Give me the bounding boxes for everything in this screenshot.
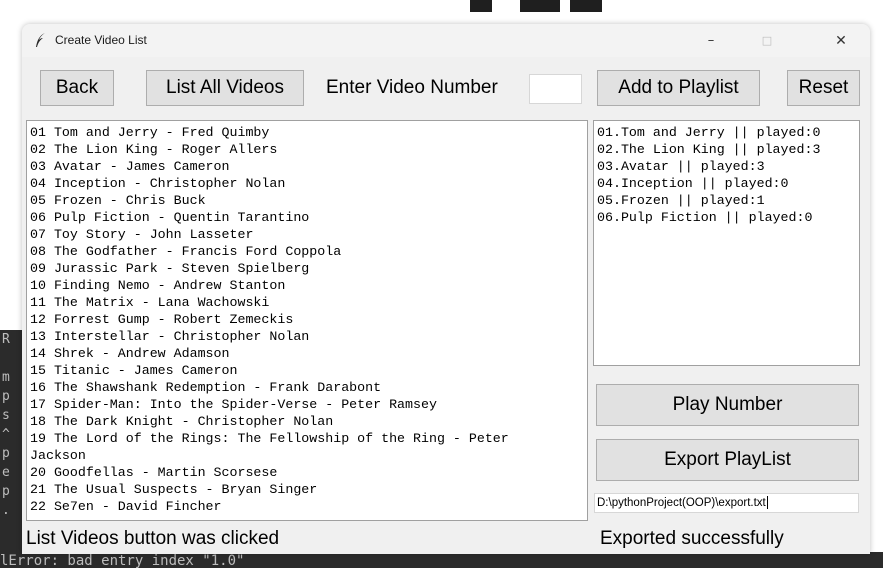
video-list-textbox[interactable]: 01 Tom and Jerry - Fred Quimby 02 The Lio… xyxy=(26,120,588,521)
close-button[interactable]: ✕ xyxy=(818,24,864,57)
video-list-line: 16 The Shawshank Redemption - Frank Dara… xyxy=(30,380,382,395)
video-list-line: 01 Tom and Jerry - Fred Quimby xyxy=(30,125,270,140)
play-number-button[interactable]: Play Number xyxy=(596,384,859,426)
maximize-button[interactable]: □ xyxy=(744,24,790,57)
background-terminal-char: p xyxy=(2,446,10,461)
video-list-line: 11 The Matrix - Lana Wachowski xyxy=(30,295,270,310)
video-list-line: 05 Frozen - Chris Buck xyxy=(30,193,206,208)
video-number-input[interactable] xyxy=(529,74,582,104)
window-title: Create Video List xyxy=(55,33,147,47)
video-list-line: 02 The Lion King - Roger Allers xyxy=(30,142,278,157)
background-terminal-char: . xyxy=(2,503,10,518)
add-to-playlist-button[interactable]: Add to Playlist xyxy=(597,70,760,106)
reset-button[interactable]: Reset xyxy=(787,70,860,106)
playlist-line: 03.Avatar || played:3 xyxy=(597,159,765,174)
video-list-line: 17 Spider-Man: Into the Spider-Verse - P… xyxy=(30,397,437,412)
background-error-text: lError: bad entry index "1.0" xyxy=(0,553,245,569)
video-list-line: Jackson xyxy=(30,448,86,463)
list-all-videos-button[interactable]: List All Videos xyxy=(146,70,304,106)
background-terminal-chars: Rm p s ^ p e p. xyxy=(2,330,20,520)
video-list-line: 03 Avatar - James Cameron xyxy=(30,159,230,174)
video-list-line: 04 Inception - Christopher Nolan xyxy=(30,176,286,191)
background-terminal-char: s xyxy=(2,408,10,423)
app-window: Create Video List – □ ✕ Back List All Vi… xyxy=(22,24,870,554)
background-terminal-char xyxy=(2,349,20,368)
background-terminal-char: p xyxy=(2,389,10,404)
background-terminal-char: p xyxy=(2,484,10,499)
playlist-line: 01.Tom and Jerry || played:0 xyxy=(597,125,821,140)
video-list-line: 10 Finding Nemo - Andrew Stanton xyxy=(30,278,286,293)
enter-video-number-label: Enter Video Number xyxy=(326,77,498,98)
playlist-line: 06.Pulp Fiction || played:0 xyxy=(597,210,813,225)
feather-icon xyxy=(36,33,45,47)
background-terminal-char: R xyxy=(2,332,10,347)
video-list-line: 20 Goodfellas - Martin Scorsese xyxy=(30,465,278,480)
background-terminal-char: ^ xyxy=(2,427,10,442)
video-list-line: 14 Shrek - Andrew Adamson xyxy=(30,346,230,361)
video-list-line: 07 Toy Story - John Lasseter xyxy=(30,227,254,242)
status-message-left: List Videos button was clicked xyxy=(26,528,280,549)
video-list-line: 18 The Dark Knight - Christopher Nolan xyxy=(30,414,334,429)
background-top xyxy=(0,0,883,24)
background-terminal-char: m xyxy=(2,370,10,385)
video-list-line: 15 Titanic - James Cameron xyxy=(30,363,238,378)
background-fragment xyxy=(570,0,602,12)
background-terminal-char: e xyxy=(2,465,10,480)
text-cursor xyxy=(766,496,768,510)
video-list-line: 06 Pulp Fiction - Quentin Tarantino xyxy=(30,210,310,225)
playlist-textbox[interactable]: 01.Tom and Jerry || played:0 02.The Lion … xyxy=(593,120,860,366)
playlist-line: 04.Inception || played:0 xyxy=(597,176,789,191)
export-path-text: D:\pythonProject(OOP)\export.txt xyxy=(597,497,766,509)
video-list-line: 19 The Lord of the Rings: The Fellowship… xyxy=(30,431,509,446)
back-button[interactable]: Back xyxy=(40,70,114,106)
minimize-button[interactable]: – xyxy=(688,24,734,57)
playlist-line: 05.Frozen || played:1 xyxy=(597,193,765,208)
export-path-input[interactable]: D:\pythonProject(OOP)\export.txt xyxy=(594,493,859,513)
video-list-line: 13 Interstellar - Christopher Nolan xyxy=(30,329,310,344)
background-fragment xyxy=(470,0,492,12)
video-list-line: 21 The Usual Suspects - Bryan Singer xyxy=(30,482,318,497)
video-list-line: 22 Se7en - David Fincher xyxy=(30,499,222,514)
video-list-line: 09 Jurassic Park - Steven Spielberg xyxy=(30,261,310,276)
video-list-line: 08 The Godfather - Francis Ford Coppola xyxy=(30,244,342,259)
title-bar[interactable]: Create Video List – □ ✕ xyxy=(22,24,870,57)
status-message-right: Exported successfully xyxy=(600,528,784,549)
playlist-line: 02.The Lion King || played:3 xyxy=(597,142,821,157)
export-playlist-button[interactable]: Export PlayList xyxy=(596,439,859,481)
video-list-line: 12 Forrest Gump - Robert Zemeckis xyxy=(30,312,294,327)
background-fragment xyxy=(520,0,560,12)
